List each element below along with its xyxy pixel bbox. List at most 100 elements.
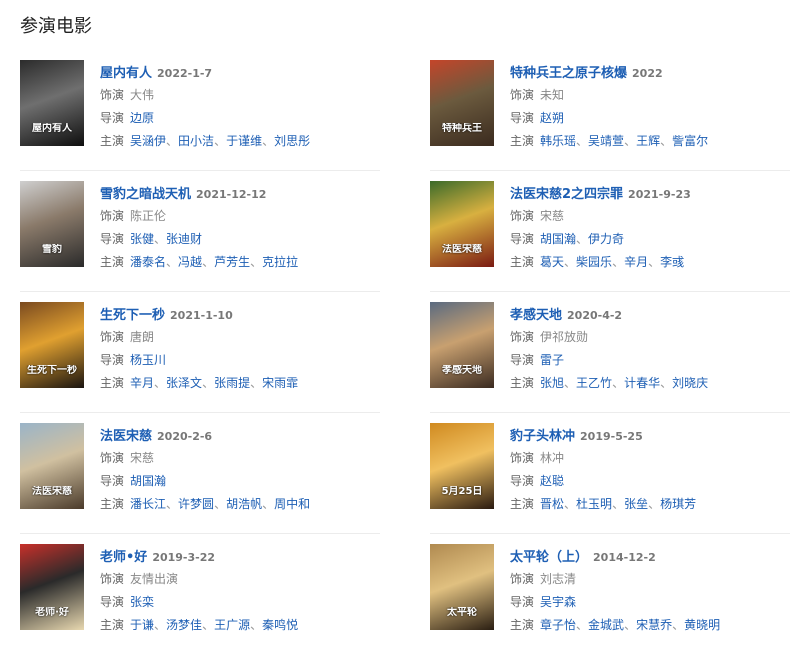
director-link[interactable]: 张栾 (130, 595, 154, 609)
role-row: 饰演 友情出演 (100, 570, 380, 588)
movie-info: 屋内有人 2022-1-7 饰演 大伟 导演 边原 主演 吴涵伊、田小洁、于谨维、刘思彤 (100, 50, 380, 171)
cast-link[interactable]: 张垒 (624, 497, 648, 511)
cast-link[interactable]: 许梦圆 (178, 497, 214, 511)
movie-title-link[interactable]: 孝感天地 (510, 308, 562, 323)
cast-link[interactable]: 吴靖萱 (588, 134, 624, 148)
movie-poster[interactable]: 特种兵王 (430, 60, 494, 146)
cast-link[interactable]: 汤梦佳 (166, 618, 202, 632)
cast-link[interactable]: 李彧 (660, 255, 684, 269)
cast-link[interactable]: 辛月 (624, 255, 648, 269)
movie-poster[interactable]: 雪豹 (20, 181, 84, 267)
movie-info: 豹子头林冲 2019-5-25 饰演 林冲 导演 赵聪 主演 晋松、杜玉明、张垒、杨琪芳 (510, 413, 790, 534)
cast-row-label: 主演 (100, 618, 125, 632)
director-link[interactable]: 张健 (130, 232, 154, 246)
poster-title-art: 太平轮 (447, 607, 477, 618)
release-date: 2020-2-6 (157, 430, 213, 443)
cast-link[interactable]: 于谦 (130, 618, 154, 632)
cast-link[interactable]: 计春华 (624, 376, 660, 390)
director-link[interactable]: 杨玉川 (130, 353, 166, 367)
movie-poster[interactable]: 生死下一秒 (20, 302, 84, 388)
movie-grid: 屋内有人 屋内有人 2022-1-7 饰演 大伟 导演 边原 主演 吴涵伊、田小洁、于谨维、刘思… (20, 50, 790, 655)
role-row: 饰演 大伟 (100, 86, 380, 104)
cast-link[interactable]: 吴涵伊 (130, 134, 166, 148)
cast-link[interactable]: 刘思彤 (274, 134, 310, 148)
cast-link[interactable]: 田小洁 (178, 134, 214, 148)
separator: 、 (576, 618, 589, 632)
director-link[interactable]: 胡国瀚 (540, 232, 576, 246)
movie-title-link[interactable]: 法医宋慈 (100, 429, 152, 444)
separator: 、 (624, 134, 637, 148)
movie-poster[interactable]: 孝感天地 (430, 302, 494, 388)
director-row-label: 导演 (100, 353, 125, 367)
cast-link[interactable]: 柴园乐 (576, 255, 612, 269)
cast-row: 主演 章子怡、金城武、宋慧乔、黄晓明 (510, 616, 790, 634)
cast-link[interactable]: 晋松 (540, 497, 564, 511)
cast-link[interactable]: 于谨维 (226, 134, 262, 148)
director-link[interactable]: 边原 (130, 111, 154, 125)
cast-link[interactable]: 杨琪芳 (660, 497, 696, 511)
title-line: 雪豹之暗战天机 2021-12-12 (100, 184, 380, 202)
cast-link[interactable]: 芦芳生 (214, 255, 250, 269)
role-value: 未知 (540, 88, 565, 102)
cast-link[interactable]: 克拉拉 (262, 255, 298, 269)
cast-link[interactable]: 辛月 (130, 376, 154, 390)
director-link[interactable]: 胡国瀚 (130, 474, 166, 488)
cast-link[interactable]: 宋雨霏 (262, 376, 298, 390)
movie-poster[interactable]: 5月25日 (430, 423, 494, 509)
release-date: 2019-5-25 (580, 430, 643, 443)
cast-link[interactable]: 张雨提 (214, 376, 250, 390)
movie-poster[interactable]: 法医宋慈 (20, 423, 84, 509)
director-link[interactable]: 张迪财 (166, 232, 202, 246)
director-row: 导演 胡国瀚、伊力奇 (510, 230, 790, 248)
role-value: 宋慈 (540, 209, 565, 223)
separator: 、 (648, 255, 661, 269)
role-row-label: 饰演 (510, 330, 535, 344)
director-link[interactable]: 雷子 (540, 353, 564, 367)
movie-title-link[interactable]: 老师•好 (100, 550, 147, 565)
movie-poster[interactable]: 老师·好 (20, 544, 84, 630)
cast-link[interactable]: 冯越 (178, 255, 202, 269)
role-value: 唐朗 (130, 330, 155, 344)
movie-info: 法医宋慈 2020-2-6 饰演 宋慈 导演 胡国瀚 主演 潘长江、许梦圆、胡浩帆、周中和 (100, 413, 380, 534)
cast-link[interactable]: 黄晓明 (684, 618, 720, 632)
cast-link[interactable]: 周中和 (274, 497, 310, 511)
cast-link[interactable]: 王乙竹 (576, 376, 612, 390)
movie-title-link[interactable]: 特种兵王之原子核爆 (510, 66, 627, 81)
movie-card: 雪豹 雪豹之暗战天机 2021-12-12 饰演 陈正伦 导演 张健、张迪财 主演 潘泰名、冯越… (20, 171, 380, 292)
cast-link[interactable]: 潘泰名 (130, 255, 166, 269)
title-line: 特种兵王之原子核爆 2022 (510, 63, 790, 81)
director-link[interactable]: 赵聪 (540, 474, 564, 488)
movie-title-link[interactable]: 太平轮（上） (510, 550, 588, 565)
movie-poster[interactable]: 法医宋慈 (430, 181, 494, 267)
movie-title-link[interactable]: 豹子头林冲 (510, 429, 575, 444)
movie-title-link[interactable]: 法医宋慈2之四宗罪 (510, 187, 623, 202)
cast-link[interactable]: 张旭 (540, 376, 564, 390)
cast-link[interactable]: 葛天 (540, 255, 564, 269)
movie-poster[interactable]: 太平轮 (430, 544, 494, 630)
cast-link[interactable]: 王广源 (214, 618, 250, 632)
director-link[interactable]: 赵朔 (540, 111, 564, 125)
movie-title-link[interactable]: 生死下一秒 (100, 308, 165, 323)
cast-link[interactable]: 章子怡 (540, 618, 576, 632)
movie-title-link[interactable]: 雪豹之暗战天机 (100, 187, 191, 202)
cast-link[interactable]: 杜玉明 (576, 497, 612, 511)
director-link[interactable]: 伊力奇 (588, 232, 624, 246)
cast-link[interactable]: 王辉 (636, 134, 660, 148)
director-row-label: 导演 (510, 595, 535, 609)
cast-link[interactable]: 秦鸣悦 (262, 618, 298, 632)
separator: 、 (648, 497, 661, 511)
cast-link[interactable]: 金城武 (588, 618, 624, 632)
cast-link[interactable]: 刘晓庆 (672, 376, 708, 390)
separator: 、 (202, 376, 215, 390)
movie-title-link[interactable]: 屋内有人 (100, 66, 152, 81)
cast-link[interactable]: 张泽文 (166, 376, 202, 390)
release-date: 2019-3-22 (152, 551, 216, 564)
cast-link[interactable]: 潘长江 (130, 497, 166, 511)
movie-poster[interactable]: 屋内有人 (20, 60, 84, 146)
director-link[interactable]: 吴宇森 (540, 595, 576, 609)
cast-link[interactable]: 宋慧乔 (636, 618, 672, 632)
cast-link[interactable]: 胡浩帆 (226, 497, 262, 511)
role-row: 饰演 未知 (510, 86, 790, 104)
cast-link[interactable]: 訾富尔 (672, 134, 708, 148)
cast-link[interactable]: 韩乐瑶 (540, 134, 576, 148)
